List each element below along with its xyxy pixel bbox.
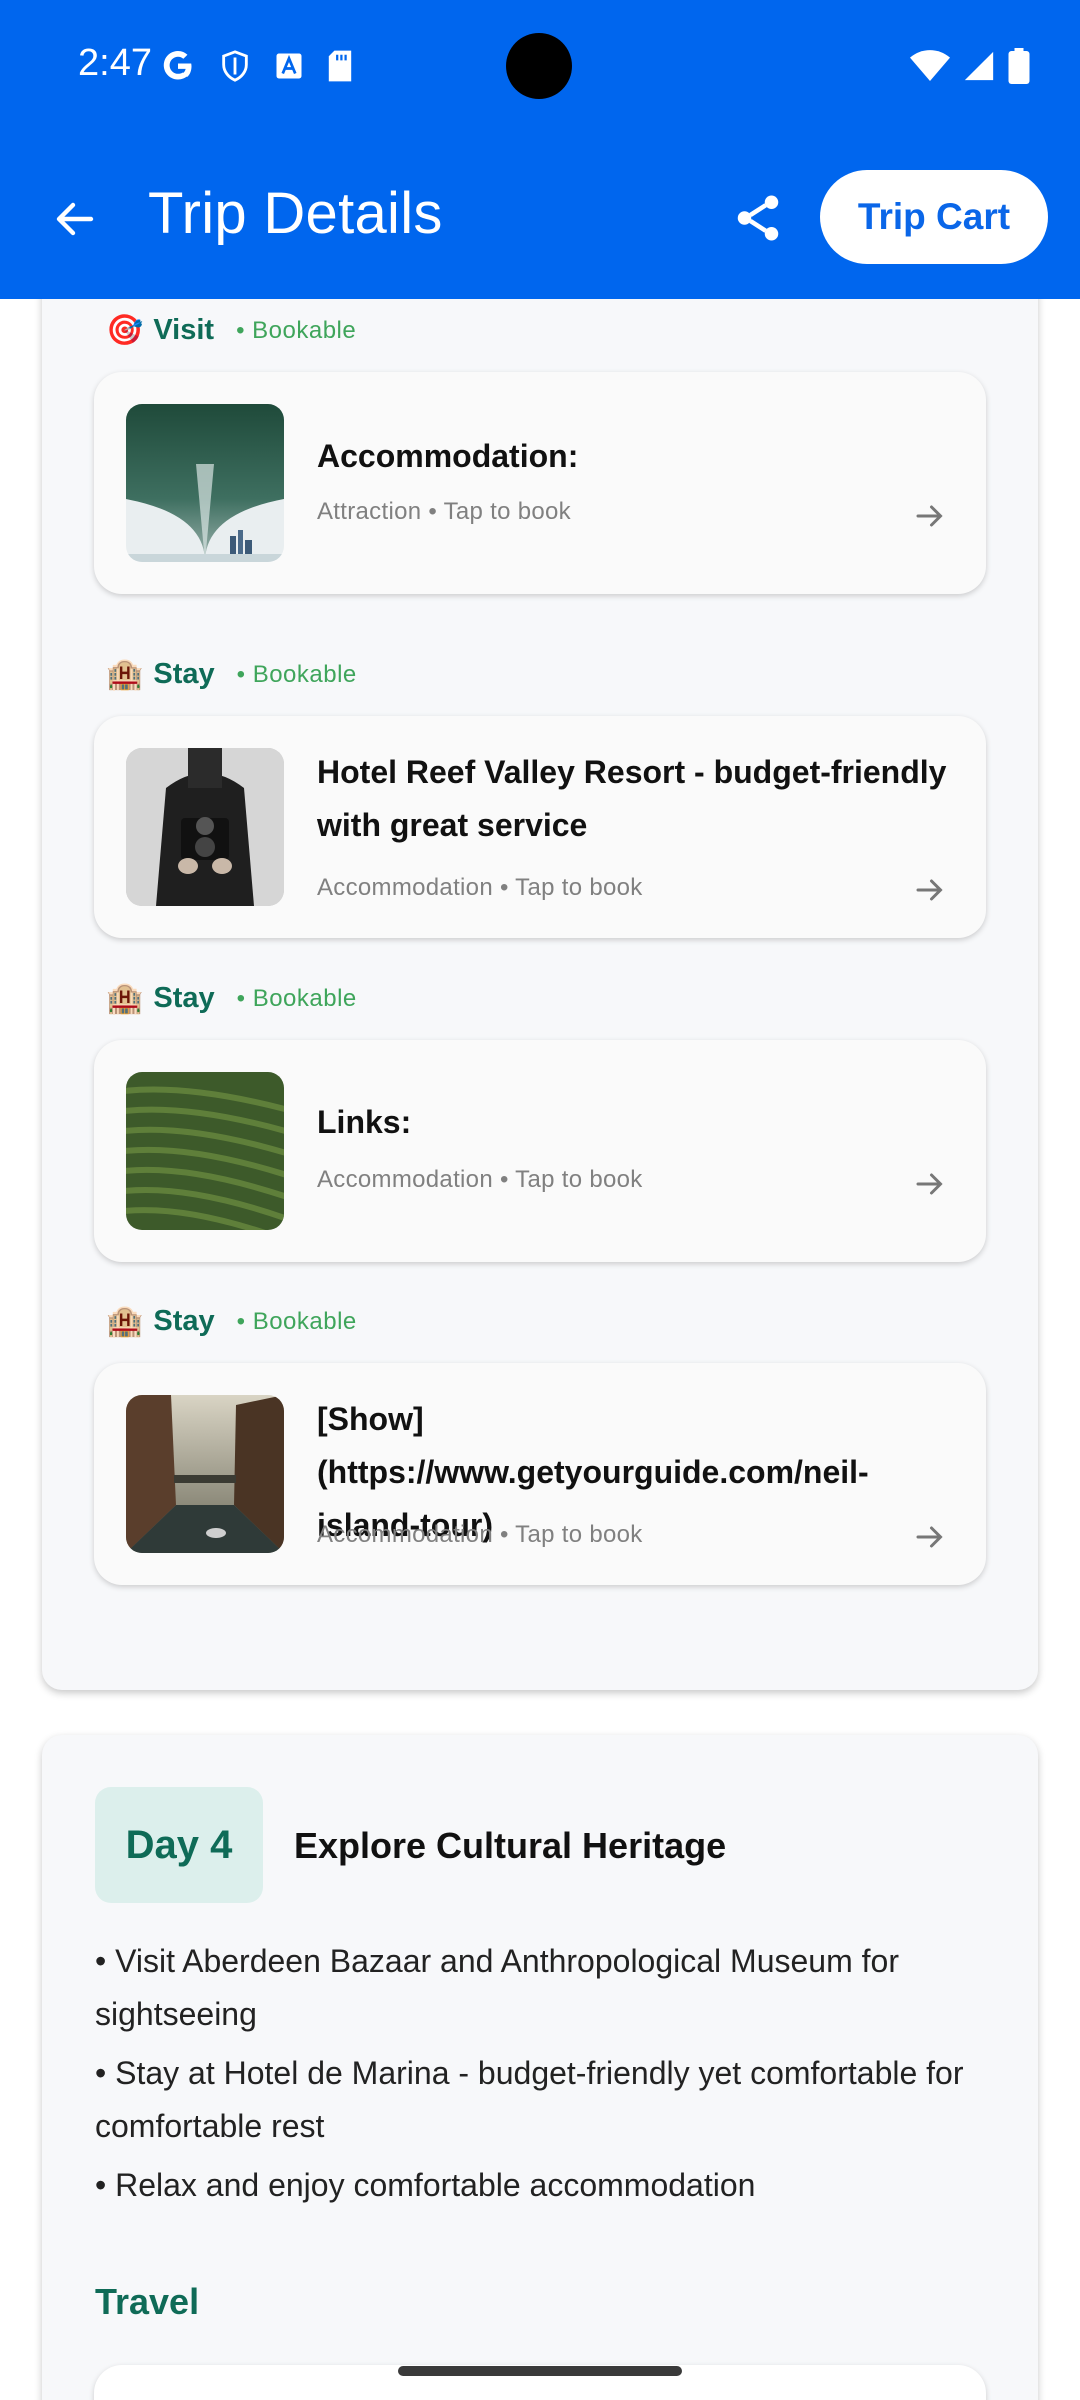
home-indicator[interactable] <box>398 2366 682 2376</box>
travel-section-label: Travel <box>95 2281 200 2322</box>
battery-icon <box>1008 48 1030 84</box>
share-button[interactable] <box>722 182 794 254</box>
day-badge: Day 4 <box>95 1787 263 1903</box>
item-subtitle: Accommodation • Tap to book <box>317 1166 643 1193</box>
status-time: 2:47 <box>78 42 152 84</box>
section-label-stay: 🏨 Stay • Bookable <box>106 1305 357 1338</box>
a-box-icon <box>276 53 302 79</box>
arrow-right-icon <box>916 1526 943 1548</box>
section-label-stay: 🏨 Stay • Bookable <box>106 658 357 691</box>
camera-person-thumbnail <box>126 748 284 906</box>
booking-card-hotel-reef-valley[interactable]: Hotel Reef Valley Resort - budget-friend… <box>94 716 986 938</box>
signal-icon <box>964 51 994 81</box>
page-title: Trip Details <box>148 181 443 246</box>
status-bar: 2:47 <box>0 0 1080 132</box>
activity-bullet: • Visit Aberdeen Bazaar and Anthropologi… <box>95 1943 899 2032</box>
section-kind: Stay <box>153 1305 215 1337</box>
bookable-tag: • Bookable <box>236 984 357 1012</box>
section-kind: Stay <box>153 658 215 690</box>
item-title: Hotel Reef Valley Resort - budget-friend… <box>317 754 947 843</box>
item-title: Links: <box>317 1104 412 1140</box>
booking-card-show-link[interactable]: [Show](https://www.getyourguide.com/neil… <box>94 1363 986 1585</box>
tea-field-thumbnail <box>126 1072 284 1230</box>
section-label-stay: 🏨 Stay • Bookable <box>106 982 357 1015</box>
status-icons-right <box>910 48 1030 84</box>
item-subtitle: Accommodation • Tap to book <box>317 874 643 901</box>
target-icon: 🎯 <box>106 313 144 347</box>
trip-details-content: 🎯 Visit • Bookable Accommodation: Attrac… <box>0 0 1080 2400</box>
bookable-tag: • Bookable <box>236 316 357 344</box>
google-icon <box>163 51 192 80</box>
item-subtitle: Accommodation • Tap to book <box>317 1521 643 1548</box>
arrow-right-icon <box>916 1173 943 1195</box>
hotel-icon: 🏨 <box>106 981 144 1015</box>
wifi-icon <box>910 50 950 81</box>
activity-bullet: • Relax and enjoy comfortable accommodat… <box>95 2167 756 2203</box>
canal-thumbnail <box>126 1395 284 1553</box>
section-kind: Stay <box>153 982 215 1014</box>
trip-cart-button[interactable]: Trip Cart <box>820 170 1048 264</box>
item-title: Accommodation: <box>317 438 579 474</box>
app-bar: Trip Details Trip Cart <box>0 150 1080 280</box>
section-label-visit: 🎯 Visit • Bookable <box>106 314 356 347</box>
shield-icon <box>222 50 248 82</box>
back-button[interactable] <box>40 184 110 254</box>
status-icons-left <box>160 48 354 84</box>
arrow-right-icon <box>916 879 943 901</box>
item-subtitle: Attraction • Tap to book <box>317 498 571 525</box>
day-activities-list: • Visit Aberdeen Bazaar and Anthropologi… <box>95 1935 995 2218</box>
activity-bullet: • Stay at Hotel de Marina - budget-frien… <box>95 2055 964 2144</box>
share-icon <box>737 195 779 241</box>
camera-cutout <box>506 33 572 99</box>
top-app-bar: 2:47 Trip Details Trip Cart <box>0 0 1080 299</box>
bookable-tag: • Bookable <box>236 1307 357 1335</box>
section-kind: Visit <box>153 314 215 346</box>
booking-card-links[interactable]: Links: Accommodation • Tap to book <box>94 1040 986 1262</box>
sdcard-icon <box>328 50 352 82</box>
bookable-tag: • Bookable <box>236 660 357 688</box>
booking-card-attraction[interactable]: Accommodation: Attraction • Tap to book <box>94 372 986 594</box>
hotel-icon: 🏨 <box>106 1304 144 1338</box>
day-4-card: Day 4 Explore Cultural Heritage • Visit … <box>42 1735 1038 2400</box>
day-title: Explore Cultural Heritage <box>294 1825 727 1866</box>
arrow-back-icon <box>56 202 94 236</box>
hotel-icon: 🏨 <box>106 657 144 691</box>
arrow-right-icon <box>916 505 943 527</box>
bridge-thumbnail <box>126 404 284 562</box>
